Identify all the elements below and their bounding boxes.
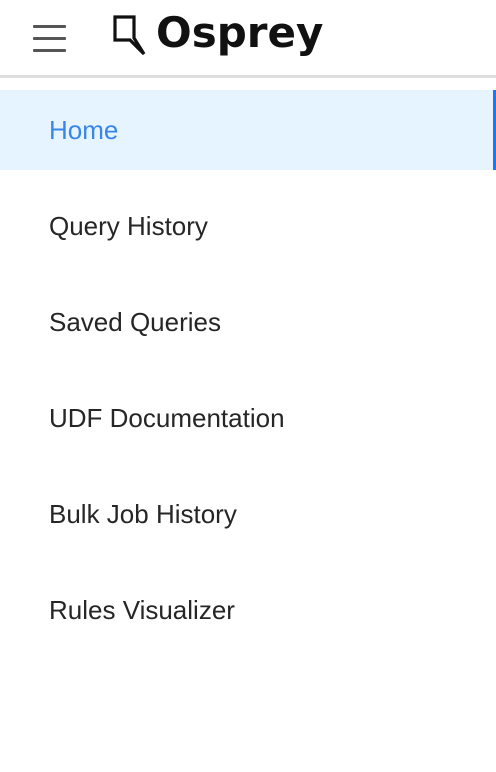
osprey-logo[interactable]: Osprey [112, 8, 324, 62]
nav-item-label: Query History [49, 210, 208, 241]
nav-item-label: UDF Documentation [49, 402, 285, 433]
nav-item-label: Rules Visualizer [49, 594, 235, 625]
menu-icon-bar [33, 37, 66, 40]
logo-text: Osprey [156, 8, 324, 57]
menu-icon-bar [33, 49, 66, 52]
nav-item-saved-queries[interactable]: Saved Queries [0, 282, 496, 362]
osprey-logo-icon [113, 15, 146, 56]
nav-item-home[interactable]: Home [0, 90, 496, 170]
top-header: Osprey [0, 0, 496, 78]
nav-item-rules-visualizer[interactable]: Rules Visualizer [0, 570, 496, 650]
nav-item-label: Home [49, 114, 119, 145]
navigation-menu: Home Query History Saved Queries UDF Doc… [0, 90, 496, 666]
nav-item-query-history[interactable]: Query History [0, 186, 496, 266]
app-window: Osprey Home Query History Saved Queries … [0, 0, 496, 772]
nav-item-udf-documentation[interactable]: UDF Documentation [0, 378, 496, 458]
nav-item-label: Saved Queries [49, 306, 221, 337]
nav-item-label: Bulk Job History [49, 498, 237, 529]
menu-icon-bar [33, 25, 66, 28]
nav-item-bulk-job-history[interactable]: Bulk Job History [0, 474, 496, 554]
hamburger-menu-button[interactable] [33, 24, 67, 54]
